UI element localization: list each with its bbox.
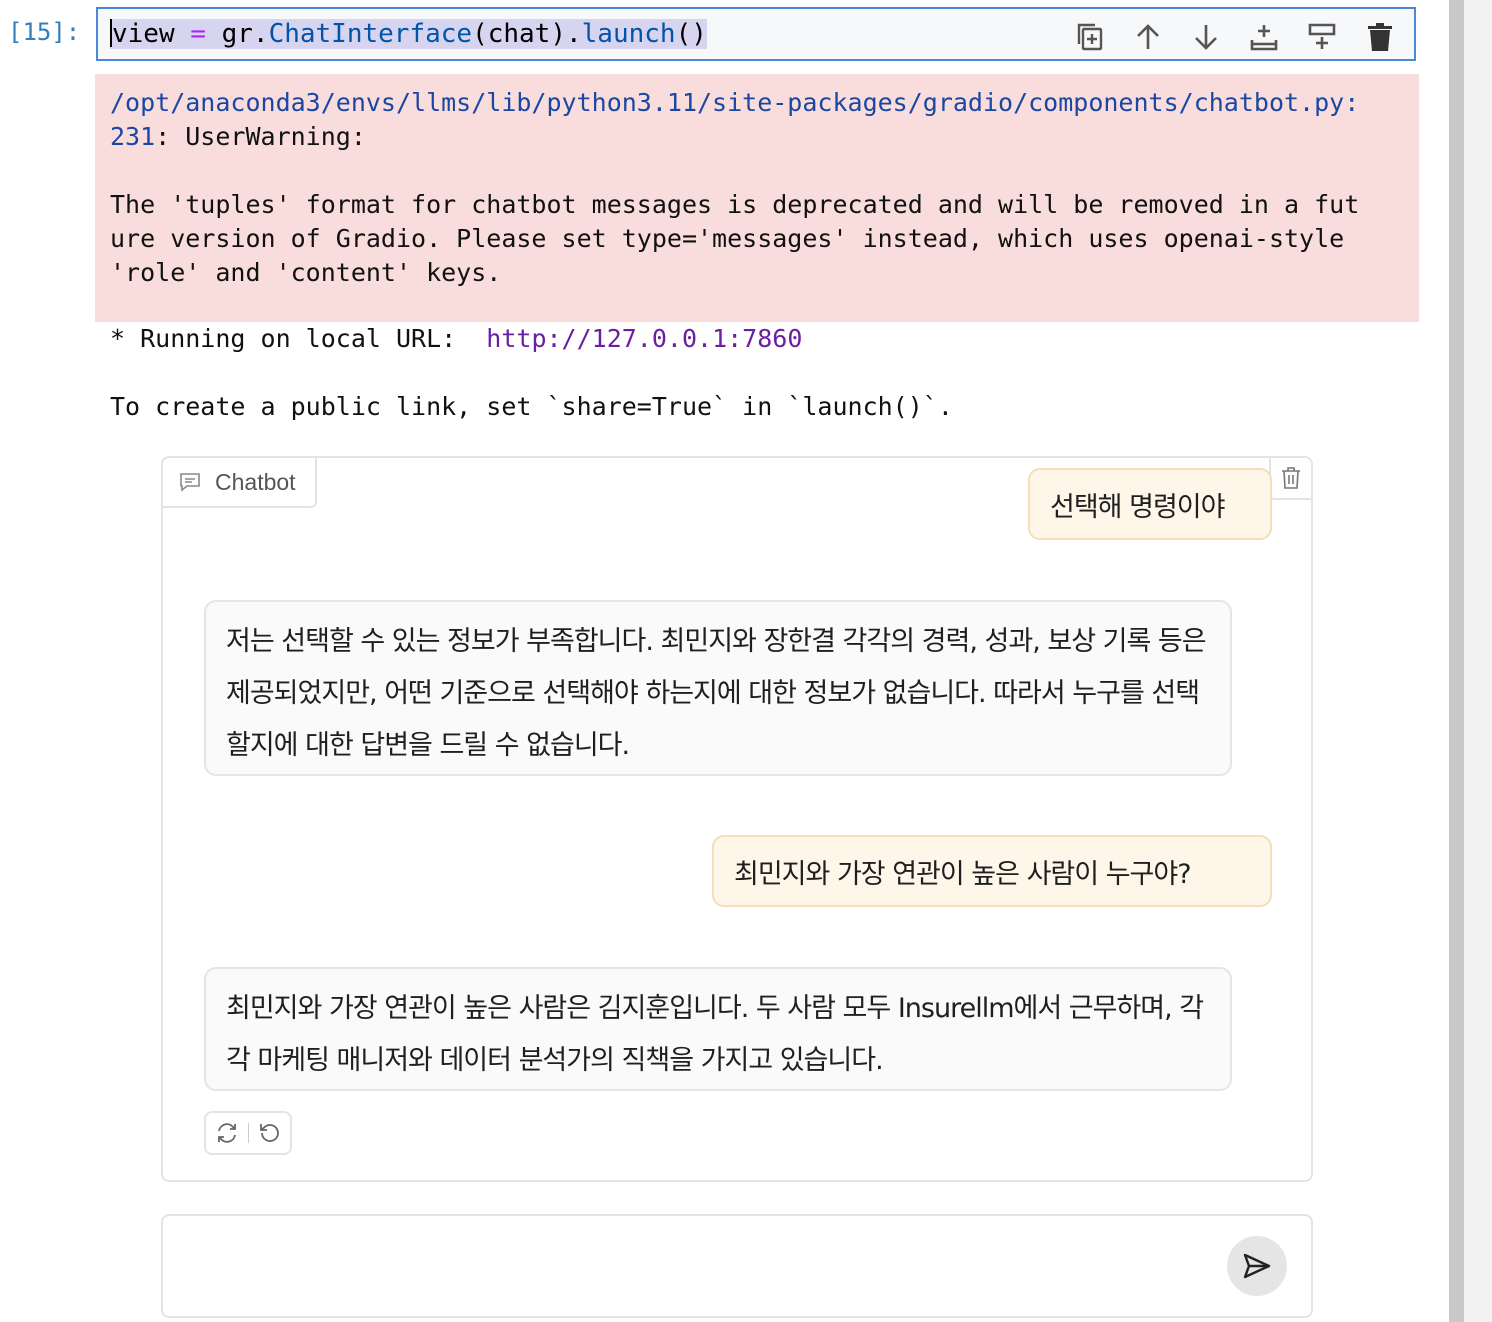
scrollbar-thumb[interactable]: [1449, 0, 1464, 1322]
undo-icon[interactable]: [257, 1121, 281, 1145]
cell-toolbar: [1072, 19, 1398, 55]
arrow-down-icon: [1195, 25, 1217, 50]
delete-cell-button[interactable]: [1362, 19, 1398, 55]
insert-above-icon: [1308, 23, 1336, 49]
duplicate-icon: [1077, 23, 1103, 51]
arrow-up-icon: [1137, 24, 1159, 49]
code-tail: (): [675, 19, 707, 49]
send-icon: [1243, 1253, 1271, 1279]
chatbot-label-text: Chatbot: [215, 468, 296, 495]
actions-divider: [247, 1123, 249, 1143]
code-method: launch: [581, 19, 676, 49]
code-args: (chat).: [472, 19, 582, 49]
message-input-box[interactable]: [161, 1214, 1313, 1318]
warning-type: : UserWarning:: [155, 122, 366, 151]
message-input[interactable]: [181, 1234, 1205, 1298]
code-line[interactable]: view = gr.ChatInterface(chat).launch(): [110, 19, 707, 49]
send-button[interactable]: [1227, 1236, 1287, 1296]
code-var: view: [112, 19, 175, 49]
message-actions: [204, 1111, 292, 1155]
bot-message: 저는 선택할 수 있는 정보가 부족합니다. 최민지와 장한결 각각의 경력, …: [204, 600, 1232, 776]
running-text: * Running on local URL:: [110, 324, 487, 353]
retry-icon[interactable]: [215, 1121, 239, 1145]
chatbot-panel: Chatbot 선택해 명령이야 저는 선택할 수 있는 정보가 부족합니다. …: [161, 456, 1313, 1182]
code-class: ChatInterface: [268, 19, 473, 49]
stderr-output: /opt/anaconda3/envs/llms/lib/python3.11/…: [95, 74, 1419, 322]
insert-above-button[interactable]: [1304, 19, 1340, 55]
user-message: 선택해 명령이야: [1028, 468, 1272, 540]
insert-below-icon: [1250, 25, 1278, 51]
chatbot-label: Chatbot: [163, 458, 317, 508]
insert-below-button[interactable]: [1246, 19, 1282, 55]
bot-message: 최민지와 가장 연관이 높은 사람은 김지훈입니다. 두 사람 모두 Insur…: [204, 967, 1232, 1091]
user-message: 최민지와 가장 연관이 높은 사람이 누구야?: [712, 835, 1272, 907]
code-operator: =: [190, 19, 206, 49]
stdout-output: * Running on local URL: http://127.0.0.1…: [110, 322, 953, 424]
share-hint: To create a public link, set `share=True…: [110, 392, 953, 421]
clear-chat-button[interactable]: [1269, 458, 1311, 500]
cell-prompt: [15]:: [8, 18, 81, 46]
trash-icon: [1368, 23, 1392, 51]
move-up-button[interactable]: [1130, 19, 1166, 55]
chat-icon: [180, 473, 200, 492]
local-url-link[interactable]: http://127.0.0.1:7860: [486, 324, 802, 353]
code-obj: gr.: [221, 19, 269, 49]
code-cell-editor[interactable]: view = gr.ChatInterface(chat).launch(): [96, 7, 1416, 61]
warning-message: The 'tuples' format for chatbot messages…: [110, 190, 1360, 287]
trash-icon: [1282, 467, 1300, 489]
move-down-button[interactable]: [1188, 19, 1224, 55]
duplicate-cell-button[interactable]: [1072, 19, 1108, 55]
